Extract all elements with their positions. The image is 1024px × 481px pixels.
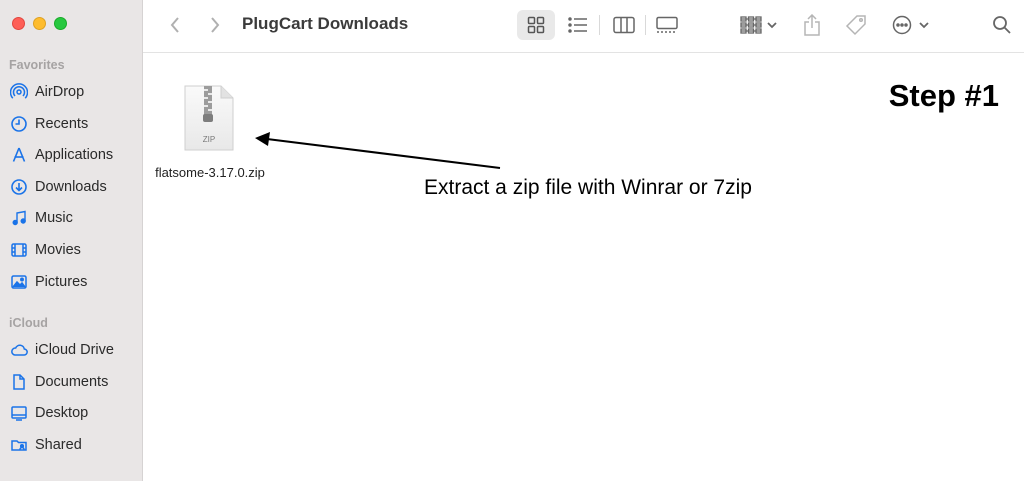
icloud-header: iCloud bbox=[9, 316, 48, 330]
annotation-arrow bbox=[255, 132, 501, 169]
photo-icon bbox=[11, 275, 27, 289]
film-icon bbox=[11, 243, 27, 257]
sidebar-item-pictures[interactable]: Pictures bbox=[10, 270, 138, 294]
toolbar-divider bbox=[599, 15, 600, 35]
document-icon bbox=[13, 374, 25, 390]
sidebar-item-airdrop[interactable]: AirDrop bbox=[10, 80, 138, 104]
more-icon bbox=[892, 15, 929, 35]
shared-folder-icon bbox=[11, 440, 27, 451]
sidebar-item-label: Movies bbox=[35, 242, 81, 258]
gallery-view-button[interactable] bbox=[650, 10, 684, 40]
list-view-icon bbox=[568, 17, 587, 33]
sidebar-item-movies[interactable]: Movies bbox=[10, 238, 138, 262]
sidebar-item-label: Pictures bbox=[35, 274, 88, 290]
file-browser-content: ZIP flatsome-3.17.0.zip Step #1 Extract … bbox=[143, 54, 1024, 481]
list-view-button[interactable] bbox=[561, 10, 595, 40]
sidebar-item-music[interactable]: Music bbox=[10, 206, 138, 230]
sidebar: Favorites AirDrop Recents Applications D… bbox=[0, 0, 143, 481]
toolbar-divider bbox=[645, 15, 646, 35]
desktop-icon bbox=[11, 406, 27, 421]
window-controls bbox=[12, 17, 67, 30]
music-note-icon bbox=[12, 210, 26, 226]
minimize-window-button[interactable] bbox=[33, 17, 46, 30]
sidebar-item-label: Music bbox=[35, 210, 73, 226]
applications-icon bbox=[12, 147, 26, 162]
sidebar-item-label: Applications bbox=[35, 147, 114, 163]
share-icon bbox=[804, 14, 820, 36]
sidebar-item-label: Recents bbox=[35, 116, 89, 132]
gallery-view-icon bbox=[656, 16, 678, 33]
grid-view-button[interactable] bbox=[517, 10, 555, 40]
favorites-header: Favorites bbox=[9, 58, 65, 72]
sidebar-item-shared[interactable]: Shared bbox=[10, 433, 138, 457]
sidebar-item-applications[interactable]: Applications bbox=[10, 143, 138, 167]
clock-icon bbox=[11, 116, 27, 132]
group-icon bbox=[740, 16, 777, 34]
sidebar-item-documents[interactable]: Documents bbox=[10, 370, 138, 394]
airdrop-icon bbox=[10, 83, 28, 99]
back-icon bbox=[170, 17, 179, 33]
sidebar-item-desktop[interactable]: Desktop bbox=[10, 401, 138, 425]
search-icon bbox=[993, 16, 1011, 34]
cloud-icon bbox=[11, 344, 28, 356]
sidebar-item-label: Downloads bbox=[35, 179, 107, 195]
window-title: PlugCart Downloads bbox=[242, 14, 409, 33]
toolbar: PlugCart Downloads bbox=[143, 0, 1024, 53]
column-view-button[interactable] bbox=[607, 10, 641, 40]
sidebar-item-icloud-drive[interactable]: iCloud Drive bbox=[10, 338, 138, 362]
column-view-icon bbox=[613, 16, 635, 34]
sidebar-item-label: Shared bbox=[35, 437, 82, 453]
forward-icon bbox=[211, 17, 220, 33]
sidebar-item-label: Desktop bbox=[35, 405, 89, 421]
sidebar-item-label: Documents bbox=[35, 374, 109, 390]
forward-button[interactable] bbox=[203, 10, 227, 40]
zoom-window-button[interactable] bbox=[54, 17, 67, 30]
search-button[interactable] bbox=[989, 10, 1015, 40]
share-button[interactable] bbox=[799, 10, 825, 40]
more-actions-button[interactable] bbox=[891, 10, 935, 40]
sidebar-item-downloads[interactable]: Downloads bbox=[10, 175, 138, 199]
grid-view-icon bbox=[527, 16, 545, 34]
group-button[interactable] bbox=[737, 10, 781, 40]
sidebar-item-label: AirDrop bbox=[35, 84, 85, 100]
tag-button[interactable] bbox=[843, 10, 869, 40]
back-button[interactable] bbox=[163, 10, 187, 40]
tag-icon bbox=[845, 15, 866, 36]
sidebar-item-recents[interactable]: Recents bbox=[10, 112, 138, 136]
sidebar-item-label: iCloud Drive bbox=[35, 342, 114, 358]
download-icon bbox=[11, 179, 27, 195]
close-window-button[interactable] bbox=[12, 17, 25, 30]
